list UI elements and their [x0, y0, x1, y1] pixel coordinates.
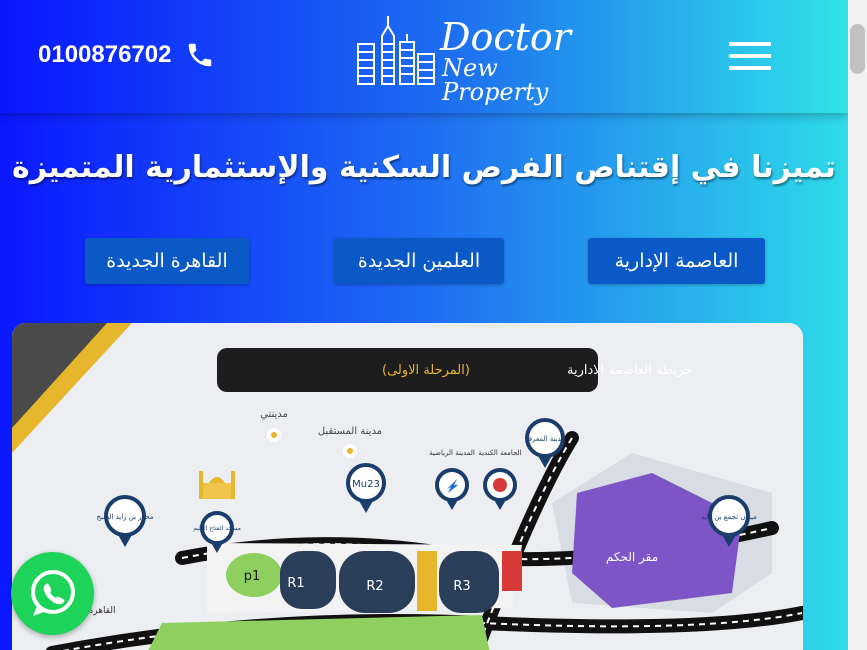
- phone-number[interactable]: 0100876702: [38, 41, 171, 69]
- svg-text:محور بن زايد الشيخ: محور بن زايد الشيخ: [96, 513, 153, 521]
- whatsapp-icon: [31, 570, 75, 616]
- svg-text:p1: p1: [244, 569, 261, 584]
- label-madinaty: مدينتي: [260, 409, 288, 420]
- site-logo[interactable]: Doctor New Property: [354, 14, 574, 104]
- site-header: 0100876702 Doctor New Property: [0, 0, 848, 113]
- city-button-new-alamein[interactable]: العلمين الجديدة: [334, 238, 504, 284]
- hamburger-icon: [729, 42, 771, 46]
- map-illustration: خريطة العاصمة الادارية (المرحلة الاولى) …: [12, 323, 803, 650]
- logo-line2: New Property: [442, 54, 549, 106]
- svg-text:R3: R3: [453, 579, 470, 594]
- buildings-logo-icon: [357, 16, 435, 85]
- menu-toggle-button[interactable]: [729, 42, 771, 70]
- city-button-new-cairo[interactable]: القاهرة الجديدة: [85, 238, 249, 284]
- svg-text:مقر الحكم: مقر الحكم: [606, 550, 658, 565]
- svg-text:Mu23: Mu23: [352, 479, 380, 490]
- city-button-label: العلمين الجديدة: [357, 250, 481, 272]
- svg-text:R1: R1: [287, 576, 304, 591]
- svg-text:المدينة الرياضية: المدينة الرياضية: [429, 449, 475, 457]
- city-button-label: العاصمة الإدارية: [614, 250, 739, 272]
- svg-text:مسجد الفتاح العليم: مسجد الفتاح العليم: [193, 525, 241, 532]
- page-headline: تميزنا في إقتناص الفرص السكنية والإستثما…: [12, 150, 836, 185]
- city-button-label: القاهرة الجديدة: [106, 250, 228, 272]
- svg-text:مدينة المعرفة: مدينة المعرفة: [525, 435, 565, 443]
- svg-text:R2: R2: [366, 579, 383, 594]
- whatsapp-button[interactable]: [11, 552, 94, 635]
- phone-icon: [189, 43, 212, 67]
- capital-map-image[interactable]: خريطة العاصمة الادارية (المرحلة الاولى) …: [12, 323, 803, 650]
- city-button-new-capital[interactable]: العاصمة الإدارية: [588, 238, 765, 284]
- label-mostakbal: مدينة المستقبل: [318, 426, 382, 437]
- logo-line1: Doctor: [440, 15, 571, 59]
- svg-text:الجامعة الكندية: الجامعة الكندية: [478, 449, 521, 457]
- map-title: خريطة العاصمة الادارية: [567, 363, 692, 378]
- svg-text:ميدان تجمع بن زايد: ميدان تجمع بن زايد: [701, 513, 757, 521]
- page-scrollbar[interactable]: [848, 0, 867, 650]
- logo-text: Doctor New Property: [440, 18, 574, 104]
- map-subtitle: (المرحلة الاولى): [382, 363, 470, 378]
- scrollbar-thumb[interactable]: [850, 24, 865, 74]
- phone-link[interactable]: 0100876702: [38, 40, 215, 70]
